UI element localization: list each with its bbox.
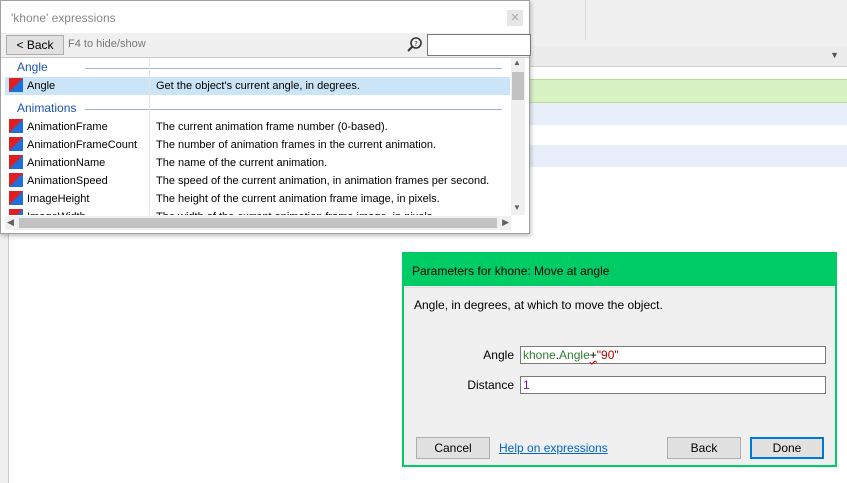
scroll-left-icon[interactable]: ◀ bbox=[7, 217, 14, 228]
scroll-right-icon[interactable]: ▶ bbox=[502, 217, 509, 228]
expression-description: The current animation frame number (0-ba… bbox=[156, 121, 388, 133]
expression-row[interactable]: ImageWidth The width of the current anima… bbox=[5, 208, 510, 215]
hide-hint: F4 to hide/show bbox=[68, 38, 146, 50]
expr-name: Angle bbox=[559, 348, 590, 362]
back-button[interactable]: < Back bbox=[6, 35, 64, 55]
object-type-icon bbox=[9, 155, 23, 169]
horizontal-scrollbar[interactable]: ◀ ▶ bbox=[5, 216, 511, 230]
expression-name: Angle bbox=[27, 80, 56, 92]
expression-search-input[interactable] bbox=[427, 34, 531, 56]
expression-name: AnimationName bbox=[27, 157, 106, 169]
category-header: Animations bbox=[5, 99, 510, 117]
expression-description: The speed of the current animation, in a… bbox=[156, 175, 490, 187]
expression-name: AnimationSpeed bbox=[27, 175, 108, 187]
done-button[interactable]: Done bbox=[750, 437, 824, 459]
expr-string: "90" bbox=[596, 348, 619, 362]
expression-list: Angle Angle Get the object's current angle… bbox=[5, 58, 510, 215]
distance-value: 1 bbox=[523, 378, 530, 392]
category-header: Angle bbox=[5, 58, 510, 76]
expression-row[interactable]: AnimationName The name of the current ani… bbox=[5, 154, 510, 172]
distance-field[interactable]: 1 bbox=[520, 376, 826, 394]
expression-name: AnimationFrame bbox=[27, 121, 108, 133]
scroll-thumb[interactable] bbox=[512, 72, 524, 100]
expression-name: ImageHeight bbox=[27, 193, 90, 205]
object-type-icon bbox=[9, 209, 23, 215]
expression-description: The name of the current animation. bbox=[156, 157, 328, 169]
help-on-expressions-link[interactable]: Help on expressions bbox=[499, 441, 608, 455]
expression-description: Get the object's current angle, in degre… bbox=[156, 80, 360, 92]
close-icon[interactable]: ✕ bbox=[507, 10, 523, 26]
object-type-icon bbox=[9, 173, 23, 187]
expressions-toolbar: < Back F4 to hide/show ? bbox=[1, 33, 531, 58]
parameter-description: Angle, in degrees, at which to move the … bbox=[414, 298, 663, 312]
expression-row[interactable]: ImageHeight The height of the current ani… bbox=[5, 190, 510, 208]
scroll-thumb[interactable] bbox=[19, 218, 497, 228]
category-rule bbox=[85, 68, 502, 69]
vertical-scrollbar[interactable]: ▲ ▼ bbox=[511, 58, 525, 215]
scroll-down-icon[interactable]: ▼ bbox=[513, 203, 521, 212]
cancel-button[interactable]: Cancel bbox=[416, 437, 490, 459]
angle-field[interactable]: khone.Angle+"90" bbox=[520, 346, 826, 364]
category-label: Angle bbox=[17, 60, 48, 74]
expression-description: The number of animation frames in the cu… bbox=[156, 139, 437, 151]
object-type-icon bbox=[9, 119, 23, 133]
svg-text:?: ? bbox=[414, 40, 418, 48]
expr-operator: + bbox=[589, 348, 597, 362]
dialog-titlebar: Parameters for khone: Move at angle bbox=[404, 254, 835, 286]
expressions-panel-titlebar: 'khone' expressions ✕ bbox=[1, 1, 529, 33]
category-label: Animations bbox=[17, 101, 77, 115]
expression-row[interactable]: Angle Get the object's current angle, in … bbox=[5, 77, 510, 95]
search-icon[interactable]: ? bbox=[406, 36, 424, 54]
expressions-panel: 'khone' expressions ✕ < Back F4 to hide/… bbox=[0, 0, 531, 234]
expression-row[interactable]: AnimationFrameCount The number of animati… bbox=[5, 136, 510, 154]
parameters-dialog: Parameters for khone: Move at angle Angl… bbox=[402, 252, 837, 467]
scroll-up-icon[interactable]: ▲ bbox=[513, 58, 521, 67]
object-type-icon bbox=[9, 137, 23, 151]
category-rule bbox=[85, 109, 502, 110]
expr-object: khone bbox=[523, 348, 556, 362]
expression-row[interactable]: AnimationSpeed The speed of the current a… bbox=[5, 172, 510, 190]
expression-description: The width of the current animation frame… bbox=[156, 211, 435, 215]
expression-name: AnimationFrameCount bbox=[27, 139, 138, 151]
expression-name: ImageWidth bbox=[27, 211, 86, 215]
object-type-icon bbox=[9, 78, 23, 92]
column-divider bbox=[149, 58, 150, 215]
toolbar-divider bbox=[585, 0, 586, 40]
angle-label: Angle bbox=[483, 348, 514, 362]
chevron-down-icon[interactable]: ▼ bbox=[830, 50, 839, 60]
dialog-title: Parameters for khone: Move at angle bbox=[412, 264, 610, 278]
divider bbox=[404, 287, 835, 288]
back-button[interactable]: Back bbox=[667, 437, 741, 459]
distance-label: Distance bbox=[467, 378, 514, 392]
expressions-panel-title: 'khone' expressions bbox=[11, 11, 116, 25]
expression-description: The height of the current animation fram… bbox=[156, 193, 440, 205]
object-type-icon bbox=[9, 191, 23, 205]
expression-row[interactable]: AnimationFrame The current animation fram… bbox=[5, 118, 510, 136]
